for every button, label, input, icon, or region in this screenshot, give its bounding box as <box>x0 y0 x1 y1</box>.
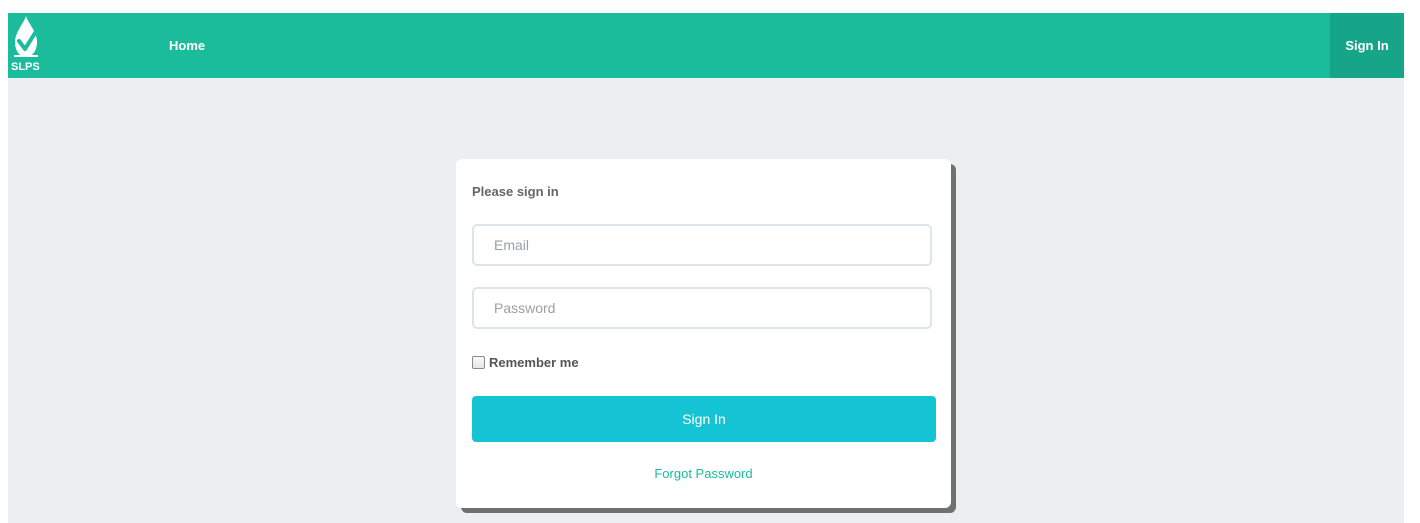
brand-logo[interactable]: SLPS <box>8 13 56 78</box>
login-heading: Please sign in <box>472 184 559 199</box>
top-navbar: SLPS Home Sign In <box>8 13 1404 78</box>
page-frame: SLPS Home Sign In Please sign in Remembe… <box>8 13 1404 523</box>
brand-name: SLPS <box>11 61 40 73</box>
forgot-password-link[interactable]: Forgot Password <box>456 466 951 481</box>
remember-me-row[interactable]: Remember me <box>472 353 579 371</box>
nav-signin-link[interactable]: Sign In <box>1330 13 1404 78</box>
login-card: Please sign in Remember me Sign In Forgo… <box>456 159 951 508</box>
password-field[interactable] <box>472 287 932 329</box>
nav-home-link[interactable]: Home <box>169 13 205 78</box>
email-field[interactable] <box>472 224 932 266</box>
remember-me-label: Remember me <box>489 354 579 370</box>
water-drop-check-icon <box>14 16 38 57</box>
remember-me-checkbox[interactable] <box>472 355 485 369</box>
sign-in-button[interactable]: Sign In <box>472 396 936 442</box>
